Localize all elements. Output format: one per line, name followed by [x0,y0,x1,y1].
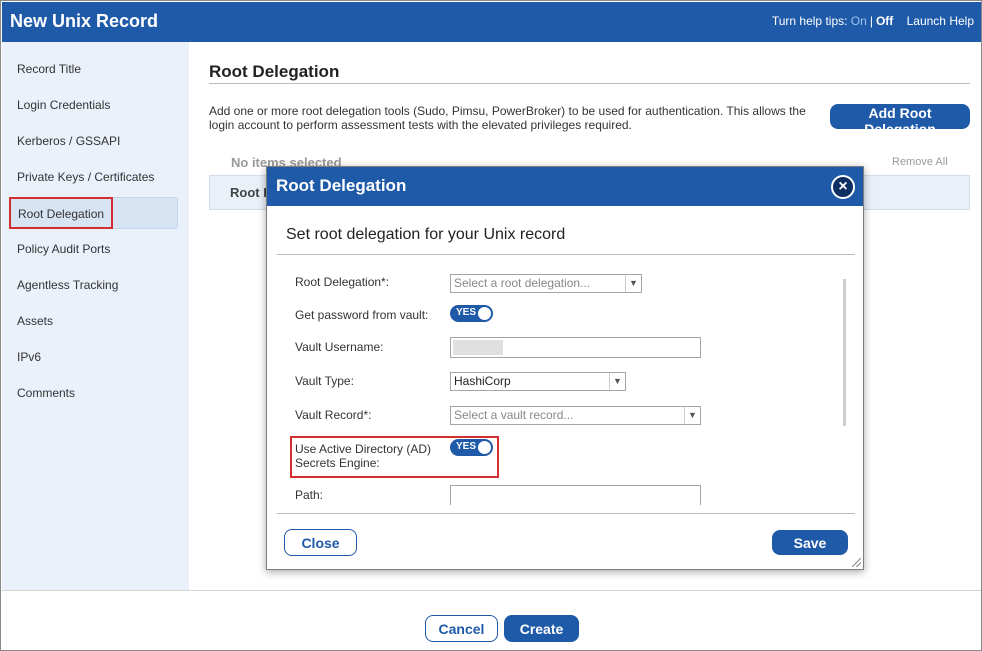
vault-record-select-value: Select a vault record... [454,408,574,422]
sidebar: Record Title Login Credentials Kerberos … [2,42,189,590]
footer-divider [2,590,981,591]
chevron-down-icon: ▼ [684,407,700,424]
path-label: Path: [295,488,324,502]
dialog-bottom-divider [277,513,855,514]
dialog-title: Root Delegation [276,176,407,195]
help-tips-off-link[interactable]: Off [876,14,893,28]
vault-password-toggle[interactable]: YES [450,305,493,322]
help-controls: Turn help tips: On | Off Launch Help [772,14,974,28]
vault-password-label: Get password from vault: [295,308,429,322]
vault-record-label: Vault Record*: [295,408,372,422]
add-root-delegation-button[interactable]: Add Root Delegation [830,104,970,137]
sidebar-item-assets[interactable]: Assets [17,311,53,331]
vault-username-input[interactable] [450,337,701,358]
vault-type-label: Vault Type: [295,374,354,388]
ad-secrets-engine-toggle[interactable]: YES [450,439,493,456]
toggle-knob [478,441,491,454]
sidebar-item-record-title[interactable]: Record Title [17,59,81,79]
sidebar-item-root-delegation[interactable]: Root Delegation [9,197,178,229]
list-header-label: Root I [230,185,267,200]
vault-type-select[interactable]: HashiCorp ▼ [450,372,626,391]
window-title: New Unix Record [10,11,159,31]
vault-type-select-value: HashiCorp [454,374,511,388]
path-input[interactable] [450,485,701,505]
dialog-subtitle: Set root delegation for your Unix record [286,226,566,243]
launch-help-link[interactable]: Launch Help [907,14,974,28]
page-description: Add one or more root delegation tools (S… [209,104,806,132]
cancel-button[interactable]: Cancel [425,615,498,642]
sidebar-item-agentless-tracking[interactable]: Agentless Tracking [17,275,118,295]
chevron-down-icon: ▼ [609,373,625,390]
new-unix-record-window: New Unix Record Turn help tips: On | Off L… [0,0,982,651]
vault-password-toggle-label: YES [456,307,477,318]
dialog-top-divider [277,254,855,255]
chevron-down-icon: ▼ [625,275,641,292]
root-delegation-dialog: Root Delegation × Set root delegation fo… [266,166,864,570]
toggle-knob [478,307,491,320]
help-tips-label: Turn help tips: [771,14,848,28]
sidebar-item-private-keys-certificates[interactable]: Private Keys / Certificates [17,167,154,187]
dialog-close-button[interactable]: Close [284,529,357,556]
remove-all-link[interactable]: Remove All [892,156,948,168]
help-tips-on-link[interactable]: On [851,14,867,28]
sidebar-item-policy-audit-ports[interactable]: Policy Audit Ports [17,239,110,259]
close-icon[interactable]: × [831,175,855,199]
root-delegation-label: Root Delegation*: [295,275,390,289]
ad-secrets-engine-toggle-label: YES [456,441,477,452]
root-delegation-select[interactable]: Select a root delegation... ▼ [450,274,642,293]
sidebar-item-ipv6[interactable]: IPv6 [17,347,41,367]
root-delegation-select-value: Select a root delegation... [454,276,591,290]
page-title: Root Delegation [209,62,340,81]
title-bar: New Unix Record Turn help tips: On | Off L… [2,2,981,42]
redacted-value [453,340,503,355]
help-tips-separator: | [869,14,873,28]
dialog-header: Root Delegation × [267,167,863,206]
sidebar-item-kerberos-gssapi[interactable]: Kerberos / GSSAPI [17,131,120,151]
create-button[interactable]: Create [504,615,579,642]
sidebar-item-login-credentials[interactable]: Login Credentials [17,95,110,115]
ad-secrets-engine-label-line1: Use Active Directory (AD) [295,442,432,456]
dialog-scrollbar[interactable] [843,279,846,426]
title-divider [209,83,970,84]
sidebar-item-comments[interactable]: Comments [17,383,75,403]
ad-secrets-engine-label-line2: Secrets Engine: [295,456,380,470]
vault-username-label: Vault Username: [295,340,384,354]
vault-record-select[interactable]: Select a vault record... ▼ [450,406,701,425]
resize-grip-icon[interactable] [852,558,861,567]
sidebar-item-root-delegation-label: Root Delegation [9,197,114,229]
dialog-save-button[interactable]: Save [772,530,848,555]
